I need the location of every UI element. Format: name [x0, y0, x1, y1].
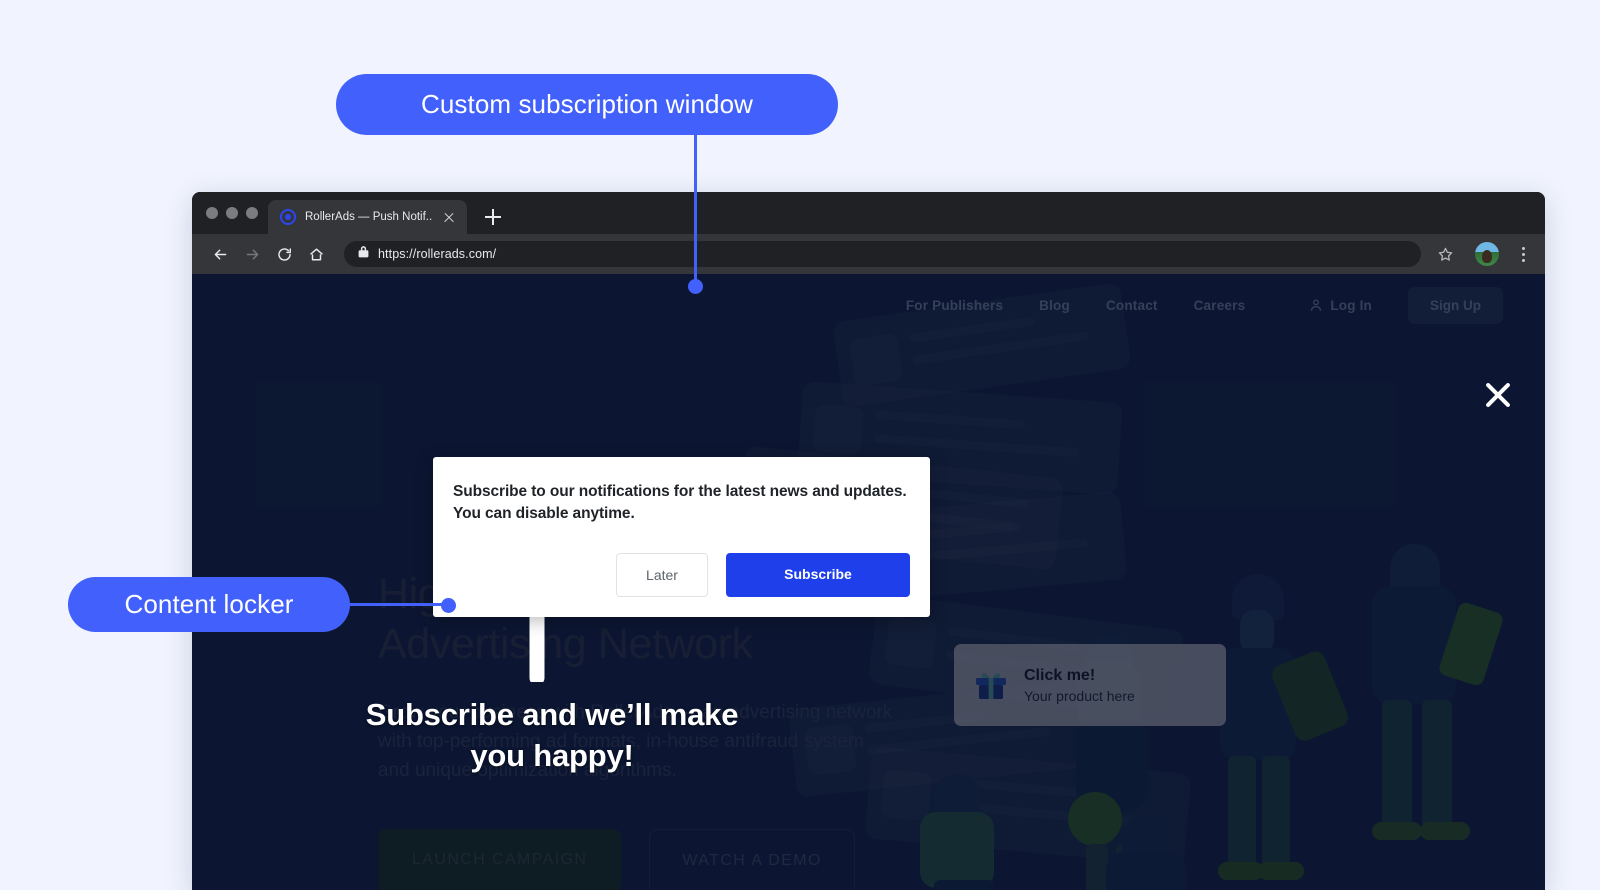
- callout-content-locker: Content locker: [68, 577, 350, 632]
- browser-tab-title: RollerAds — Push Notif..: [305, 211, 433, 223]
- window-maximize-button[interactable]: [246, 207, 258, 219]
- url-text: https://rollerads.com/: [378, 247, 497, 261]
- callout-connector-dot: [441, 598, 456, 613]
- home-icon[interactable]: [302, 240, 330, 268]
- new-tab-button[interactable]: [479, 203, 507, 231]
- kebab-menu-icon[interactable]: [1513, 246, 1533, 262]
- lock-icon: [358, 245, 369, 263]
- callout-connector-line: [340, 603, 450, 606]
- window-close-button[interactable]: [206, 207, 218, 219]
- tab-close-icon[interactable]: [441, 209, 457, 225]
- callout-connector-line: [694, 135, 697, 286]
- avatar[interactable]: [1475, 242, 1499, 266]
- target-circle-icon: [280, 209, 296, 225]
- reload-icon[interactable]: [270, 240, 298, 268]
- address-bar[interactable]: https://rollerads.com/: [344, 241, 1421, 267]
- subscribe-button[interactable]: Subscribe: [726, 553, 910, 597]
- browser-tab-strip: RollerAds — Push Notif..: [192, 192, 1545, 234]
- subscription-dialog: Subscribe to our notifications for the l…: [433, 457, 930, 617]
- callout-subscription-window: Custom subscription window: [336, 74, 838, 135]
- subscription-actions: Later Subscribe: [453, 553, 910, 597]
- window-minimize-button[interactable]: [226, 207, 238, 219]
- back-arrow-icon[interactable]: [206, 240, 234, 268]
- forward-arrow-icon[interactable]: [238, 240, 266, 268]
- locker-close-icon[interactable]: [1481, 378, 1515, 412]
- subscription-message: Subscribe to our notifications for the l…: [453, 483, 907, 522]
- later-button[interactable]: Later: [616, 553, 708, 597]
- star-icon[interactable]: [1431, 240, 1459, 268]
- browser-window: RollerAds — Push Notif.. https://rollera…: [192, 192, 1545, 890]
- browser-tab[interactable]: RollerAds — Push Notif..: [268, 200, 468, 234]
- callout-connector-dot: [688, 279, 703, 294]
- browser-toolbar: https://rollerads.com/: [192, 234, 1545, 274]
- window-traffic-lights: [202, 192, 268, 234]
